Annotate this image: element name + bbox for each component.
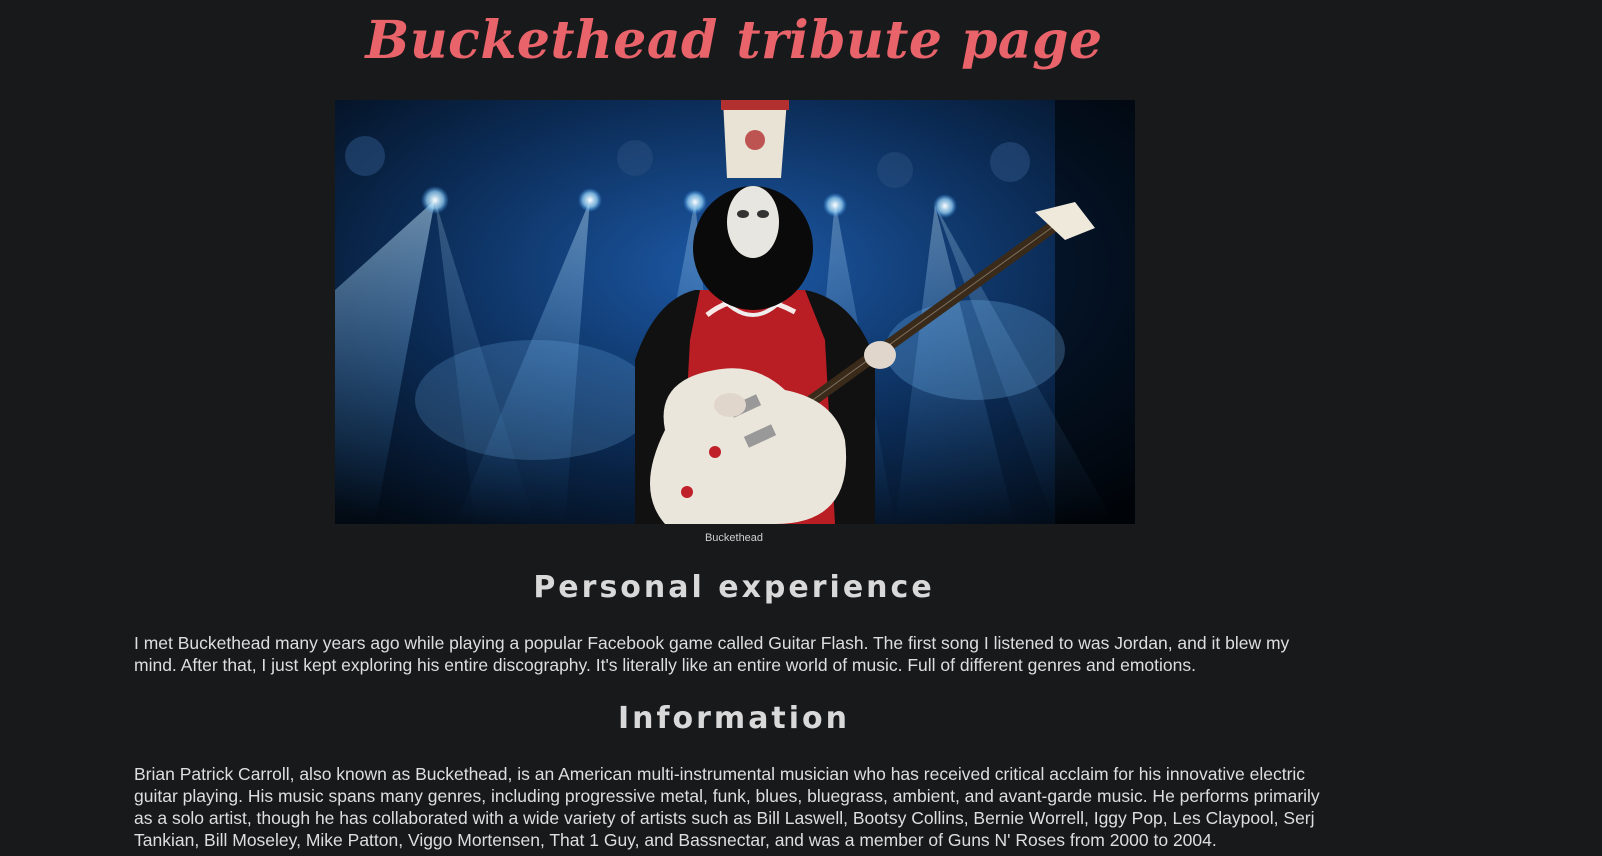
information-text: Brian Patrick Carroll, also known as Buc…	[134, 764, 1320, 850]
personal-experience-heading: Personal experience	[533, 570, 935, 605]
information-heading: Information	[617, 701, 851, 736]
hero-image	[335, 100, 1135, 524]
page-title: Buckethead tribute page	[365, 10, 1103, 71]
image-caption: Buckethead	[704, 532, 764, 544]
buckethead-photo	[335, 100, 1135, 524]
personal-experience-text: I met Buckethead many years ago while pl…	[134, 633, 1290, 675]
